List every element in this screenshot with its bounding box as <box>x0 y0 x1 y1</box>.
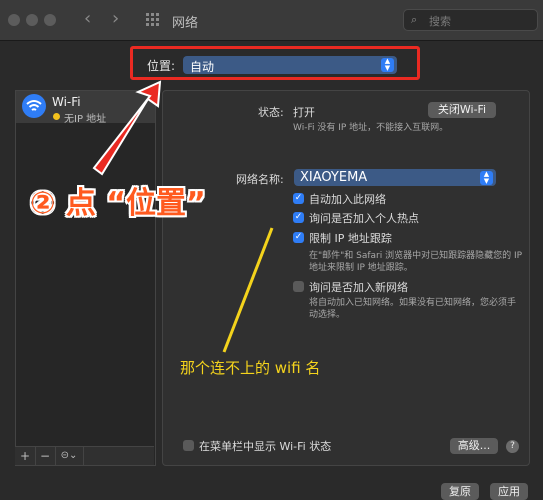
annotation-overlay <box>92 80 274 353</box>
yellow-line-annotation <box>222 227 274 353</box>
wifi-name-annotation: 那个连不上的 wifi 名 <box>180 359 321 377</box>
step-annotation: ② 点 “位置” <box>30 186 206 221</box>
red-arrow-annotation <box>92 80 162 176</box>
